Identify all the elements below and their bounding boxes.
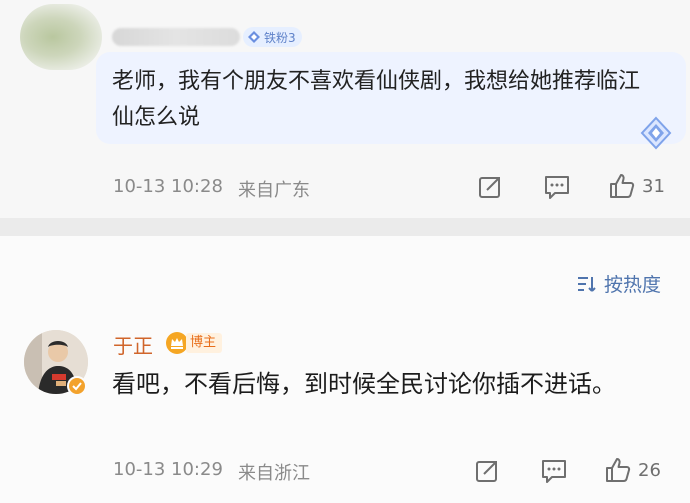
- sort-icon: [578, 276, 596, 292]
- like-count: 31: [642, 175, 665, 197]
- thumbs-up-icon: [606, 458, 631, 482]
- share-button[interactable]: [477, 174, 503, 200]
- commenter-name[interactable]: [112, 28, 240, 46]
- reply-timestamp: 10-13 10:29: [113, 459, 223, 480]
- reply-location: 来自浙江: [238, 463, 310, 484]
- share-icon: [479, 177, 500, 198]
- comment-icon: [542, 460, 566, 483]
- share-icon: [476, 461, 497, 482]
- reply-like-count: 26: [638, 459, 661, 481]
- section-divider: [0, 218, 690, 236]
- reply-share-button[interactable]: [474, 458, 500, 484]
- fan-badge-label: 铁粉3: [264, 30, 296, 45]
- commenter-avatar[interactable]: [20, 4, 102, 70]
- comment-text: 老师，我有个朋友不喜欢看仙侠剧，我想给她推荐临江仙怎么说: [112, 69, 641, 130]
- blogger-badge: 博主: [165, 331, 223, 355]
- author-name[interactable]: 于正: [113, 330, 153, 359]
- reply-text: 看吧，不看后悔，到时候全民讨论你插不进话。: [112, 370, 616, 398]
- like-button[interactable]: 31: [608, 172, 665, 200]
- sort-by-heat-button[interactable]: 按热度: [576, 270, 661, 297]
- fan-badge[interactable]: 铁粉3: [243, 27, 302, 47]
- blogger-badge-label: 博主: [186, 333, 223, 353]
- first-comment: 铁粉3 老师，我有个朋友不喜欢看仙侠剧，我想给她推荐临江仙怎么说 10-13 1…: [0, 0, 690, 218]
- sort-label: 按热度: [604, 274, 662, 296]
- diamond-icon: [248, 31, 260, 43]
- thumbs-up-icon: [610, 174, 635, 198]
- comment-icon: [545, 176, 569, 199]
- comment-button[interactable]: [543, 174, 571, 200]
- reply-comment-button[interactable]: [540, 458, 568, 484]
- verified-icon: [67, 376, 87, 396]
- diamond-badge-icon: [640, 116, 672, 150]
- comment-location: 来自广东: [238, 180, 310, 201]
- reply-like-button[interactable]: 26: [604, 456, 661, 484]
- comment-timestamp: 10-13 10:28: [113, 176, 223, 197]
